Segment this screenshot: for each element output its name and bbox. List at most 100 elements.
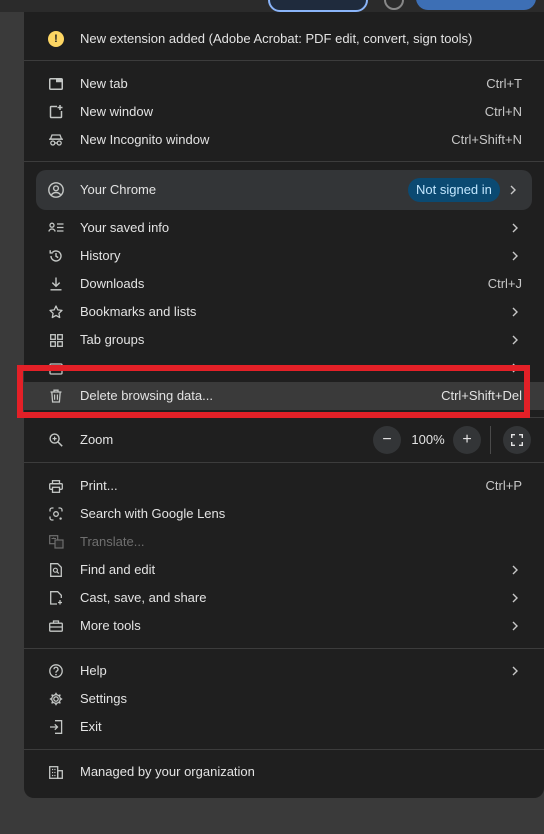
menu-item-print[interactable]: Print... Ctrl+P	[24, 472, 544, 500]
zoom-out-button[interactable]: −	[373, 426, 401, 454]
menu-item-downloads[interactable]: Downloads Ctrl+J	[24, 270, 544, 298]
cast-save-icon	[48, 590, 64, 606]
menu-item-hidden-partial[interactable]	[24, 354, 544, 376]
menu-item-shortcut: Ctrl+P	[485, 478, 522, 493]
menu-item-label: Cast, save, and share	[80, 590, 207, 605]
menu-item-label: Settings	[80, 691, 127, 706]
fullscreen-icon	[511, 434, 523, 446]
menu-item-label: Zoom	[80, 432, 114, 447]
menu-item-shortcut: Ctrl+Shift+N	[451, 132, 522, 147]
menu-item-saved-info[interactable]: Your saved info	[24, 214, 544, 242]
sign-in-status-badge: Not signed in	[408, 178, 500, 202]
find-icon	[48, 562, 64, 578]
menu-item-translate: Translate...	[24, 528, 544, 556]
chevron-right-icon	[508, 221, 522, 235]
menu-item-history[interactable]: History	[24, 242, 544, 270]
incognito-icon	[48, 132, 64, 148]
menu-item-label: Help	[80, 663, 107, 678]
info-icon: !	[48, 31, 64, 47]
menu-item-label: History	[80, 248, 121, 263]
new-tab-icon	[48, 76, 64, 92]
menu-item-label: New Incognito window	[80, 132, 210, 147]
menu-item-new-incognito[interactable]: New Incognito window Ctrl+Shift+N	[24, 126, 544, 154]
toolbar-profile-pill[interactable]	[416, 0, 536, 10]
menu-item-label: Translate...	[80, 534, 145, 549]
chevron-right-icon	[508, 619, 522, 633]
chrome-main-menu: ! New extension added (Adobe Acrobat: PD…	[24, 12, 544, 798]
chevron-right-icon	[508, 361, 522, 375]
toolbox-icon	[48, 618, 64, 634]
chevron-right-icon	[508, 664, 522, 678]
menu-item-label: Tab groups	[80, 332, 145, 347]
gear-icon	[48, 691, 64, 707]
menu-item-shortcut: Ctrl+J	[487, 276, 522, 291]
chevron-right-icon	[508, 591, 522, 605]
menu-item-managed-by-org[interactable]: Managed by your organization	[24, 758, 544, 786]
menu-item-shortcut: Ctrl+T	[486, 76, 522, 91]
menu-item-label: Search with Google Lens	[80, 506, 226, 521]
your-chrome-label: Your Chrome	[80, 182, 157, 197]
zoom-icon	[48, 432, 64, 448]
menu-divider	[24, 60, 544, 61]
toolbar-pill[interactable]	[268, 0, 368, 12]
menu-item-shortcut: Ctrl+Shift+Del	[441, 388, 522, 403]
menu-item-help[interactable]: Help	[24, 657, 544, 685]
menu-item-label: More tools	[80, 618, 141, 633]
translate-icon	[48, 534, 64, 550]
menu-item-bookmarks[interactable]: Bookmarks and lists	[24, 298, 544, 326]
building-icon	[48, 764, 64, 780]
menu-divider	[24, 161, 544, 162]
menu-divider	[24, 417, 544, 418]
history-icon	[48, 248, 64, 264]
zoom-in-button[interactable]: +	[453, 426, 481, 454]
menu-item-shortcut: Ctrl+N	[484, 104, 522, 119]
menu-item-label: Bookmarks and lists	[80, 304, 197, 319]
tab-groups-icon	[48, 332, 64, 348]
account-icon	[48, 182, 64, 198]
menu-item-label: Exit	[80, 719, 102, 734]
menu-item-exit[interactable]: Exit	[24, 713, 544, 741]
chevron-right-icon	[506, 183, 520, 197]
menu-item-new-tab[interactable]: New tab Ctrl+T	[24, 70, 544, 98]
menu-divider	[24, 462, 544, 463]
trash-icon	[48, 388, 64, 404]
help-icon	[48, 663, 64, 679]
partial-icon	[48, 360, 64, 376]
menu-item-tab-groups[interactable]: Tab groups	[24, 326, 544, 354]
zoom-level: 100%	[411, 432, 445, 447]
menu-item-new-extension[interactable]: ! New extension added (Adobe Acrobat: PD…	[24, 25, 544, 53]
browser-toolbar-strip	[0, 0, 544, 12]
menu-divider	[24, 648, 544, 649]
chevron-right-icon	[508, 563, 522, 577]
fullscreen-button[interactable]	[503, 426, 531, 454]
menu-item-label: New tab	[80, 76, 128, 91]
your-chrome-card[interactable]: Your Chrome Not signed in	[36, 170, 532, 210]
menu-item-label: Find and edit	[80, 562, 156, 577]
exit-icon	[48, 719, 64, 735]
menu-item-delete-browsing-data[interactable]: Delete browsing data... Ctrl+Shift+Del	[24, 382, 544, 410]
download-icon	[48, 276, 64, 292]
menu-item-label: Print...	[80, 478, 118, 493]
print-icon	[48, 478, 64, 494]
menu-item-cast-save-share[interactable]: Cast, save, and share	[24, 584, 544, 612]
menu-item-settings[interactable]: Settings	[24, 685, 544, 713]
menu-divider	[24, 749, 544, 750]
zoom-separator	[490, 426, 491, 454]
menu-item-label: New window	[80, 104, 153, 119]
menu-item-label: Your saved info	[80, 220, 170, 235]
chevron-right-icon	[508, 305, 522, 319]
menu-item-find-and-edit[interactable]: Find and edit	[24, 556, 544, 584]
menu-item-label: New extension added (Adobe Acrobat: PDF …	[80, 31, 473, 46]
toolbar-circle-icon[interactable]	[384, 0, 404, 10]
lens-icon	[48, 506, 64, 522]
menu-item-label: Downloads	[80, 276, 145, 291]
chevron-right-icon	[508, 333, 522, 347]
saved-info-icon	[48, 220, 64, 236]
menu-item-label: Delete browsing data...	[80, 388, 213, 403]
menu-item-new-window[interactable]: New window Ctrl+N	[24, 98, 544, 126]
menu-item-label: Managed by your organization	[80, 764, 255, 779]
new-window-icon	[48, 104, 64, 120]
menu-item-more-tools[interactable]: More tools	[24, 612, 544, 640]
chevron-right-icon	[508, 249, 522, 263]
menu-item-google-lens[interactable]: Search with Google Lens	[24, 500, 544, 528]
